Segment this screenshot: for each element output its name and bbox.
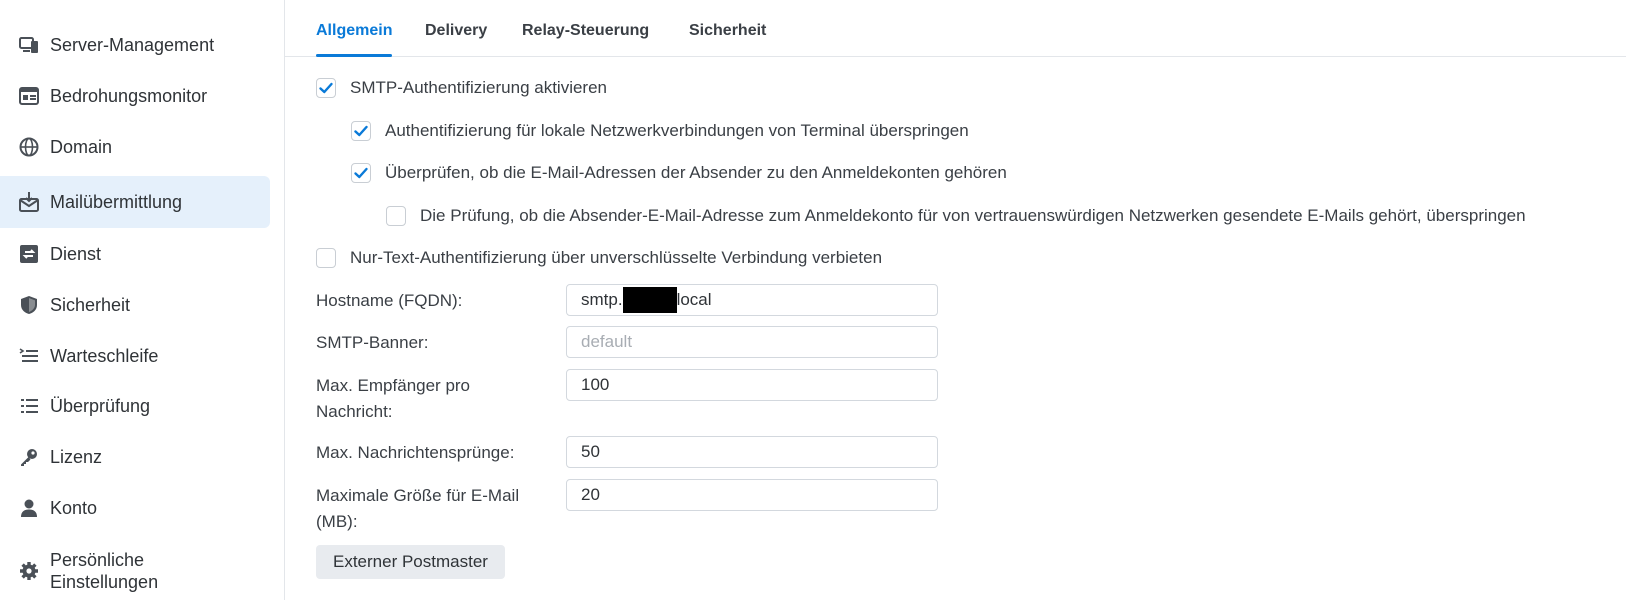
- sidebar-item-label: Warteschleife: [50, 345, 159, 366]
- hostname-label: Hostname (FQDN):: [316, 291, 463, 310]
- tab-security[interactable]: Sicherheit: [689, 22, 766, 40]
- tab-bar: Allgemein Delivery Relay-Steuerung Siche…: [284, 0, 1626, 57]
- max-size-label: Maximale Größe für E-Mail (MB):: [316, 486, 520, 531]
- threat-monitor-icon: [18, 85, 40, 107]
- service-icon: [18, 243, 40, 265]
- sidebar-item-label: Domain: [50, 136, 113, 157]
- no-plaintext-label: Nur-Text-Authentifizierung über unversch…: [350, 248, 883, 267]
- no-plaintext-option: Nur-Text-Authentifizierung über unversch…: [316, 248, 882, 268]
- skip-local-checkbox[interactable]: [351, 121, 371, 141]
- smtp-auth-label: SMTP-Authentifizierung aktivieren: [350, 78, 608, 97]
- skip-trusted-label: Die Prüfung, ob die Absender-E-Mail-Adre…: [420, 206, 1526, 225]
- sidebar: Server-Management Bedrohungsmonitor Doma…: [0, 0, 285, 600]
- sidebar-item-security[interactable]: Sicherheit: [0, 279, 270, 331]
- sidebar-item-account[interactable]: Konto: [0, 482, 270, 534]
- verify-sender-option: Überprüfen, ob die E-Mail-Adressen der A…: [351, 163, 1007, 183]
- max-recipients-field[interactable]: 100: [566, 369, 938, 401]
- verify-sender-checkbox[interactable]: [351, 163, 371, 183]
- sidebar-item-label: Konto: [50, 497, 98, 518]
- sidebar-item-threat-monitor[interactable]: Bedrohungsmonitor: [0, 70, 270, 122]
- checkmark-icon: [354, 125, 368, 137]
- smtp-auth-option: SMTP-Authentifizierung aktivieren: [316, 78, 607, 98]
- max-hops-field[interactable]: 50: [566, 436, 938, 468]
- sidebar-item-queue[interactable]: Warteschleife: [0, 330, 270, 382]
- redacted-block: [622, 287, 677, 313]
- hostname-suffix: local: [676, 290, 712, 309]
- sidebar-item-label: Überprüfung: [50, 395, 151, 416]
- banner-label: SMTP-Banner:: [316, 333, 429, 352]
- skip-trusted-option: Die Prüfung, ob die Absender-E-Mail-Adre…: [386, 206, 1526, 226]
- sidebar-item-server-management[interactable]: Server-Management: [0, 19, 270, 71]
- queue-icon: [18, 345, 40, 367]
- checkmark-icon: [354, 167, 368, 179]
- max-size-field[interactable]: 20: [566, 479, 938, 511]
- verify-sender-label: Überprüfen, ob die E-Mail-Adressen der A…: [385, 163, 1007, 182]
- server-management-icon: [18, 34, 40, 56]
- mail-delivery-icon: [18, 191, 40, 213]
- no-plaintext-checkbox[interactable]: [316, 248, 336, 268]
- hostname-prefix: smtp.: [581, 290, 623, 309]
- key-icon: [18, 446, 40, 468]
- max-hops-label: Max. Nachrichtensprünge:: [316, 443, 515, 462]
- checkmark-icon: [319, 82, 333, 94]
- sidebar-item-audit[interactable]: Überprüfung: [0, 380, 270, 432]
- max-recipients-label: Max. Empfänger pro Nachricht:: [316, 376, 471, 421]
- tab-general[interactable]: Allgemein: [316, 22, 393, 57]
- skip-trusted-checkbox[interactable]: [386, 206, 406, 226]
- sidebar-item-label: Bedrohungsmonitor: [50, 85, 208, 106]
- shield-icon: [18, 294, 40, 316]
- sidebar-item-mail-delivery[interactable]: Mailübermittlung: [0, 176, 270, 228]
- smtp-auth-checkbox[interactable]: [316, 78, 336, 98]
- hostname-field[interactable]: smtp. local: [566, 284, 938, 316]
- sidebar-item-domain[interactable]: Domain: [0, 121, 270, 173]
- sidebar-item-personal-settings[interactable]: Persönliche Einstellungen: [0, 544, 270, 598]
- gear-icon: [18, 560, 40, 582]
- sidebar-item-label: Persönliche Einstellungen: [50, 550, 159, 592]
- globe-icon: [18, 136, 40, 158]
- tab-delivery[interactable]: Delivery: [425, 22, 487, 40]
- sidebar-item-label: Server-Management: [50, 34, 215, 55]
- external-postmaster-button[interactable]: Externer Postmaster: [316, 545, 505, 579]
- skip-local-option: Authentifizierung für lokale Netzwerkver…: [351, 121, 969, 141]
- sidebar-item-license[interactable]: Lizenz: [0, 431, 270, 483]
- sidebar-item-label: Lizenz: [50, 446, 103, 467]
- banner-field[interactable]: default: [566, 326, 938, 358]
- user-icon: [18, 497, 40, 519]
- tab-relay-control[interactable]: Relay-Steuerung: [522, 22, 649, 40]
- sidebar-item-label: Sicherheit: [50, 294, 131, 315]
- sidebar-item-service[interactable]: Dienst: [0, 228, 270, 280]
- skip-local-label: Authentifizierung für lokale Netzwerkver…: [385, 121, 969, 140]
- sidebar-item-label: Dienst: [50, 243, 102, 264]
- audit-list-icon: [18, 395, 40, 417]
- sidebar-item-label: Mailübermittlung: [50, 191, 183, 212]
